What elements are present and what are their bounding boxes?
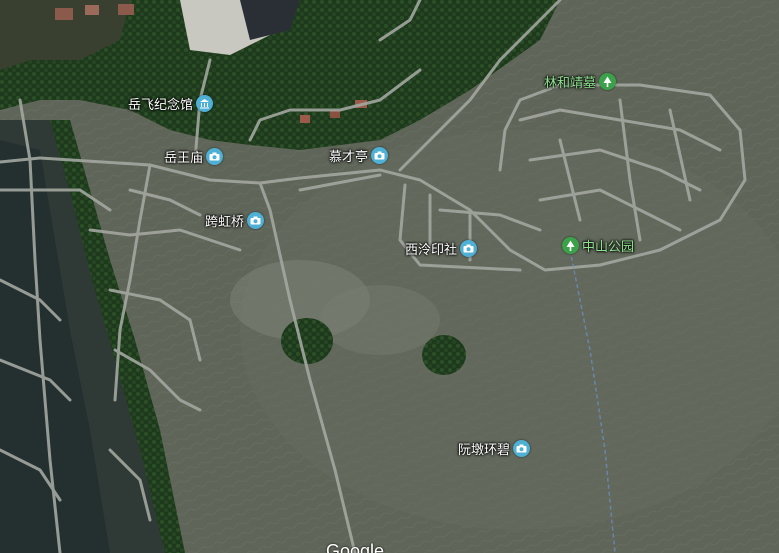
place-yuefei-memorial[interactable]: 岳飞纪念馆: [128, 94, 214, 113]
place-label: 跨虹桥: [205, 215, 245, 230]
place-yuewang-temple[interactable]: 岳王庙: [164, 147, 224, 166]
museum-icon: [196, 95, 214, 112]
map-imagery: [0, 0, 779, 553]
place-label: 林和靖墓: [544, 76, 597, 91]
place-kuahong-bridge[interactable]: 跨虹桥: [205, 211, 265, 230]
place-label: 中山公园: [582, 240, 635, 255]
place-linhejing-tomb[interactable]: 林和靖墓: [544, 72, 617, 91]
place-zhongshan-park[interactable]: 中山公园: [562, 236, 634, 255]
place-label: 阮墩环碧: [458, 443, 511, 458]
tree-icon: [599, 73, 617, 90]
satellite-map[interactable]: 岳飞纪念馆 岳王庙 慕才亭 跨虹桥 林和靖墓 西泠印社 中山公园 阮墩环碧 Go…: [0, 0, 779, 553]
camera-icon: [371, 147, 389, 164]
tree-icon: [562, 237, 579, 254]
place-xiling-seal-society[interactable]: 西泠印社: [405, 239, 478, 258]
camera-icon: [247, 212, 265, 229]
camera-icon: [460, 240, 478, 257]
map-attribution: Google: [326, 541, 385, 553]
place-label: 慕才亭: [329, 150, 369, 165]
camera-icon: [513, 440, 531, 457]
place-label: 岳王庙: [164, 151, 204, 166]
place-ruandun-huanbi[interactable]: 阮墩环碧: [458, 439, 531, 458]
place-mucai-pavilion[interactable]: 慕才亭: [329, 146, 389, 165]
place-label: 西泠印社: [405, 243, 458, 258]
place-label: 岳飞纪念馆: [128, 98, 194, 113]
camera-icon: [206, 148, 224, 165]
